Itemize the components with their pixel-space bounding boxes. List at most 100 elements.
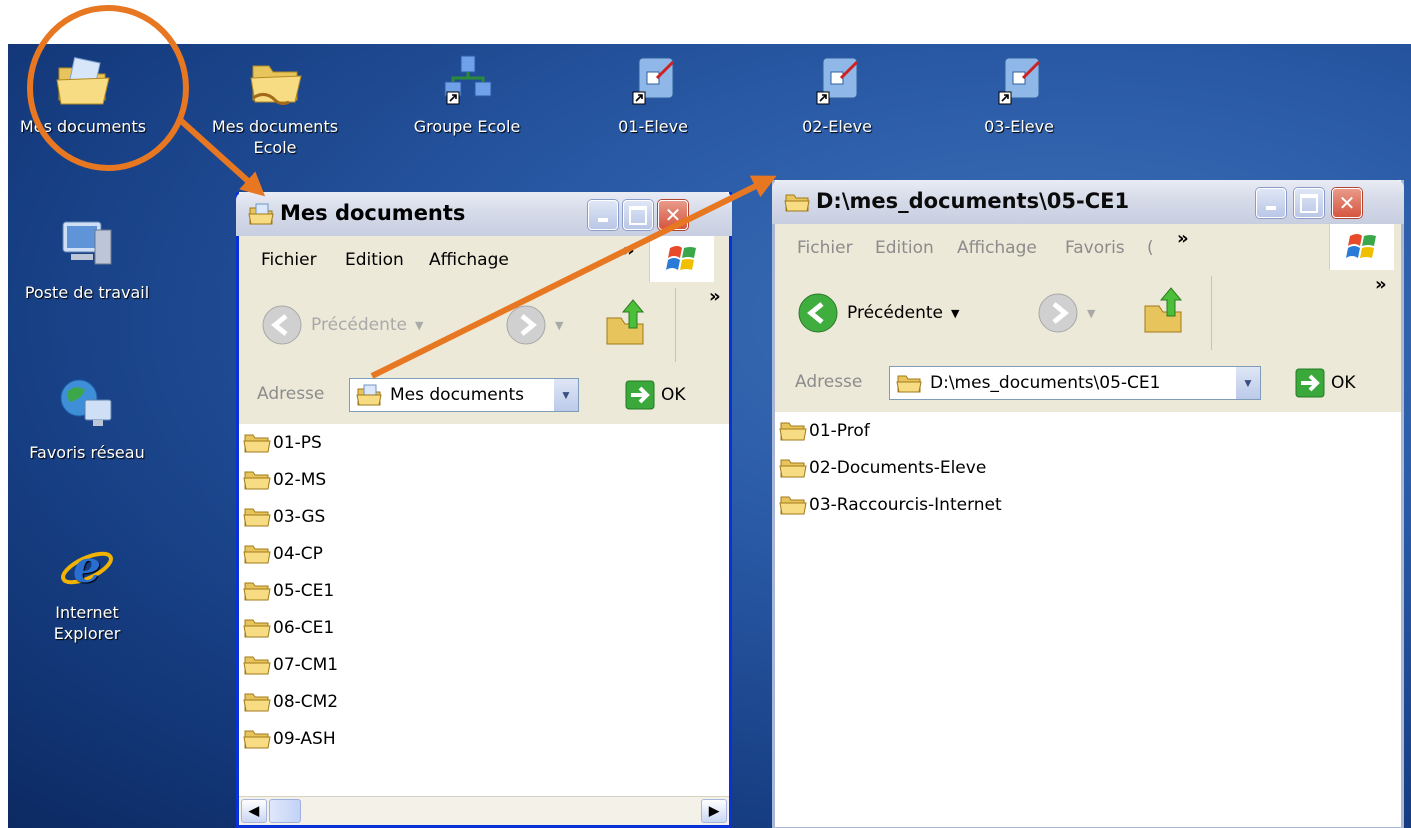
scroll-thumb[interactable] [269, 799, 301, 823]
address-bar: Adresse D:\mes_documents\05-CE1 ▼ OK [775, 356, 1401, 413]
menu-favoris[interactable]: Favoris [1065, 238, 1125, 258]
minimize-icon [589, 201, 617, 229]
desktop-icon-mes-documents[interactable]: Mes documents [8, 54, 158, 137]
maximize-icon [624, 201, 652, 229]
forward-arrow-icon [506, 305, 546, 345]
maximize-button[interactable] [623, 200, 653, 230]
folder-item[interactable]: 02-MS [239, 461, 729, 498]
desktop-icon-label: 01-Eleve [618, 117, 688, 136]
folder-name: 02-Documents-Eleve [809, 457, 987, 478]
folder-item[interactable]: 03-GS [239, 498, 729, 535]
close-button[interactable]: ✕ [658, 200, 688, 230]
back-arrow-icon [798, 293, 838, 333]
menu-affichage[interactable]: Affichage [957, 238, 1037, 258]
desktop-icon-poste-de-travail[interactable]: Poste de travail [12, 216, 162, 303]
title-bar[interactable]: D:\mes_documents\05-CE1 ✕ [772, 180, 1404, 224]
shortcut-icon [998, 57, 1041, 105]
windows-flag-icon [649, 236, 714, 282]
folder-icon [243, 619, 271, 637]
back-button[interactable]: Précédente ▼ [797, 292, 959, 334]
horizontal-scrollbar[interactable]: ◀ ▶ [239, 796, 729, 825]
desktop-icon-03-eleve[interactable]: 03-Eleve [944, 54, 1094, 137]
folder-item[interactable]: 07-CM1 [239, 646, 729, 683]
go-button[interactable]: OK [625, 380, 686, 410]
explorer-window-mes-documents: Mes documents ✕ Fichier Edition Affichag… [236, 192, 732, 828]
minimize-button[interactable] [1256, 188, 1286, 218]
folder-icon [243, 693, 271, 711]
forward-arrow-icon [1038, 293, 1078, 333]
menu-edition[interactable]: Edition [345, 250, 404, 270]
back-button[interactable]: Précédente ▼ [261, 304, 423, 346]
folder-item[interactable]: 01-PS [239, 424, 729, 461]
up-folder-button[interactable] [603, 298, 649, 348]
menu-affichage[interactable]: Affichage [429, 250, 509, 270]
menu-fichier[interactable]: Fichier [261, 250, 317, 270]
explorer-window-05-ce1: D:\mes_documents\05-CE1 ✕ Fichier Editio… [772, 180, 1404, 828]
desktop-icon-groupe-ecole[interactable]: Groupe Ecole [392, 54, 542, 137]
menu-fichier[interactable]: Fichier [797, 238, 853, 258]
address-dropdown-button[interactable]: ▼ [1235, 367, 1260, 399]
desktop-icon-favoris-reseau[interactable]: Favoris réseau [12, 376, 162, 463]
folder-item[interactable]: 06-CE1 [239, 609, 729, 646]
folder-icon [779, 459, 807, 477]
desktop-icon-mes-documents-ecole[interactable]: Mes documents Ecole [200, 54, 350, 158]
desktop-icon-01-eleve[interactable]: 01-Eleve [578, 54, 728, 137]
menu-truncated[interactable]: ( [1147, 238, 1154, 258]
toolbar-overflow-chevron[interactable]: » [709, 286, 721, 307]
window-title: Mes documents [280, 201, 466, 225]
close-icon: ✕ [664, 203, 682, 227]
folder-name: 02-MS [273, 469, 327, 490]
close-button[interactable]: ✕ [1332, 188, 1362, 218]
my-documents-icon [248, 203, 274, 225]
menu-edition[interactable]: Edition [875, 238, 934, 258]
minimize-button[interactable] [588, 200, 618, 230]
address-field[interactable]: D:\mes_documents\05-CE1 ▼ [889, 366, 1261, 400]
folder-name: 01-Prof [809, 420, 870, 441]
menu-overflow-chevron[interactable]: » [1177, 228, 1189, 249]
chevron-right-icon: ▶ [709, 803, 719, 818]
toolbar-overflow-chevron[interactable]: » [1375, 274, 1387, 295]
shared-folder-icon [250, 65, 302, 106]
scroll-right-button[interactable]: ▶ [701, 799, 727, 823]
window-title: D:\mes_documents\05-CE1 [816, 189, 1130, 213]
forward-button[interactable]: ▼ [1037, 292, 1095, 334]
go-arrow-icon [625, 380, 655, 410]
desktop-icon-02-eleve[interactable]: 02-Eleve [762, 54, 912, 137]
folder-item[interactable]: 05-CE1 [239, 572, 729, 609]
desktop-icon-label-line2: Ecole [253, 138, 297, 157]
up-folder-button[interactable] [1141, 286, 1187, 336]
toolbar-separator [675, 288, 676, 362]
menu-overflow-chevron[interactable]: » [623, 240, 635, 261]
folder-icon [779, 496, 807, 514]
address-field[interactable]: Mes documents ▼ [349, 378, 579, 412]
forward-button[interactable]: ▼ [505, 304, 563, 346]
desktop-icon-label: Mes documents [211, 117, 339, 136]
up-folder-icon [606, 299, 645, 345]
address-value: D:\mes_documents\05-CE1 [930, 373, 1161, 393]
folder-name: 09-ASH [273, 728, 336, 749]
folder-item[interactable]: 08-CM2 [239, 683, 729, 720]
folder-icon [243, 471, 271, 489]
go-button-label: OK [661, 385, 686, 405]
desktop-icon-label: Favoris réseau [29, 443, 145, 462]
scroll-left-button[interactable]: ◀ [241, 799, 267, 823]
my-documents-icon [56, 57, 110, 105]
folder-icon [243, 434, 271, 452]
folder-item[interactable]: 01-Prof [775, 412, 1401, 449]
chevron-down-icon: ▼ [1242, 376, 1254, 390]
back-arrow-icon [262, 305, 302, 345]
folder-item[interactable]: 02-Documents-Eleve [775, 449, 1401, 486]
title-bar[interactable]: Mes documents ✕ [236, 192, 732, 236]
folder-item[interactable]: 04-CP [239, 535, 729, 572]
maximize-button[interactable] [1294, 188, 1324, 218]
desktop-icon-internet-explorer[interactable]: e Internet Explorer [12, 536, 162, 644]
folder-item[interactable]: 09-ASH [239, 720, 729, 757]
windows-flag-icon [1329, 224, 1394, 270]
folder-name: 08-CM2 [273, 691, 339, 712]
desktop-icon-label: 03-Eleve [984, 117, 1054, 136]
folder-icon [896, 375, 922, 393]
folder-item[interactable]: 03-Raccourcis-Internet [775, 486, 1401, 523]
network-places-icon [60, 379, 112, 426]
go-button[interactable]: OK [1295, 368, 1356, 398]
address-dropdown-button[interactable]: ▼ [553, 379, 578, 411]
